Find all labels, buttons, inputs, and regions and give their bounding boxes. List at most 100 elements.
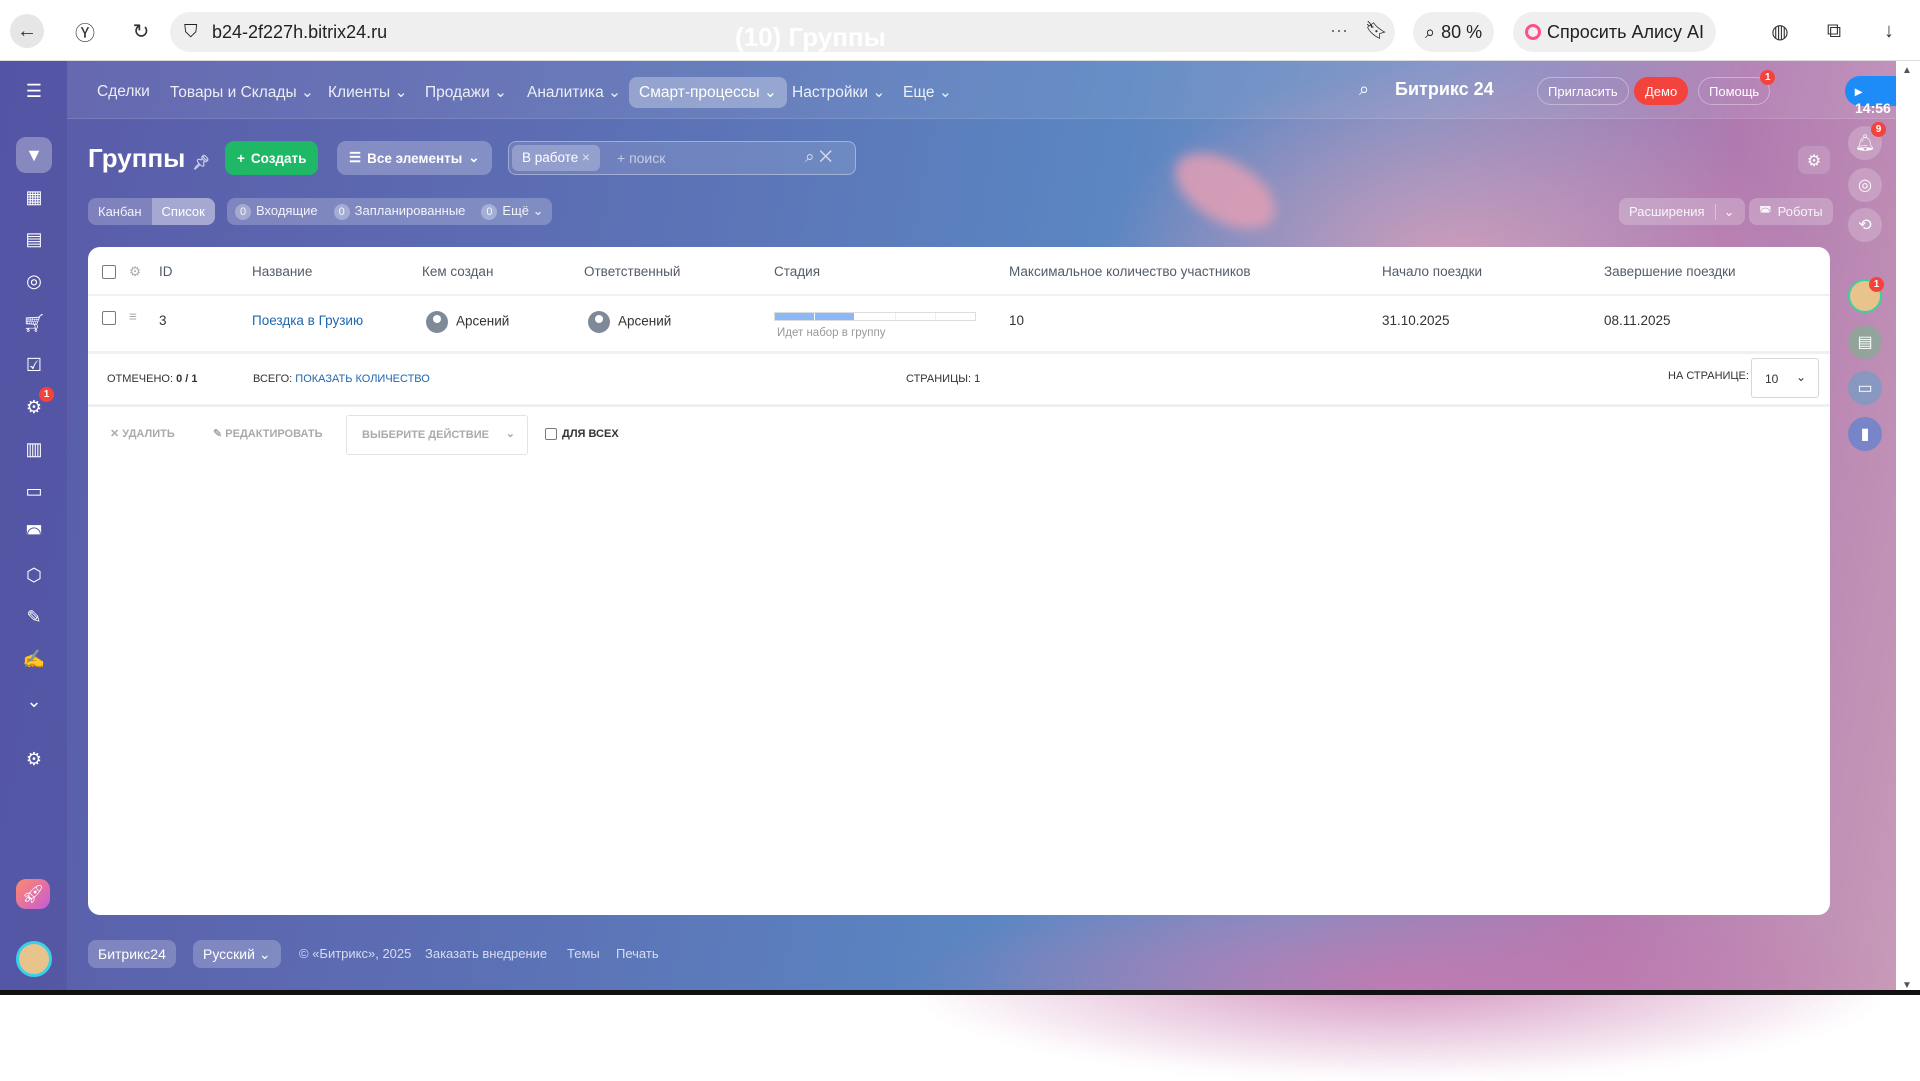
print-link[interactable]: Печать [616,946,659,961]
worktime-button[interactable]: ▸ 14:56 [1845,76,1901,116]
counter-more[interactable]: 0 Ещё ⌄ [481,203,544,220]
copilot-icon[interactable]: ◎ [1848,168,1882,202]
nav-analytics[interactable]: Аналитика ⌄ [517,77,631,108]
extension-icon[interactable]: ◍ [1763,14,1797,48]
calendar-icon[interactable]: ▦ [16,179,52,215]
select-all-checkbox[interactable] [102,265,116,279]
pages: СТРАНИЦЫ: 1 [906,373,980,385]
view-kanban[interactable]: Канбан [88,204,152,219]
chat-avatar[interactable]: 1 [1848,277,1884,313]
news-icon[interactable]: ▤ [1848,325,1882,359]
column-header-name[interactable]: Название [252,264,312,279]
themes-link[interactable]: Темы [567,946,600,961]
target-icon[interactable]: ◎ [16,263,52,299]
nav-clients[interactable]: Клиенты ⌄ [318,77,417,108]
for-all-checkbox[interactable] [545,428,557,440]
more-icon[interactable]: ··· [1330,20,1348,41]
per-page-label: НА СТРАНИЦЕ: [1668,370,1749,382]
column-header-max-participants[interactable]: Максимальное количество участников [1009,264,1251,279]
column-header-created-by[interactable]: Кем создан [422,264,493,279]
scrollbar[interactable]: ▲ ▼ [1896,61,1920,995]
help-button[interactable]: Помощь 1 [1698,70,1776,105]
search-icon[interactable]: ⌕ ✕ [805,147,832,167]
user-avatar[interactable] [16,941,52,977]
tasks-icon[interactable]: ☑ [16,347,52,383]
create-button[interactable]: + Создать [225,141,319,175]
bookmark-icon[interactable]: ▮ [1848,417,1882,451]
stage-progress[interactable] [774,312,976,321]
alice-button[interactable]: Спросить Алису AI [1513,12,1717,52]
reload-button[interactable]: ↻ [124,14,158,48]
settings-icon[interactable]: ⚙ [16,741,52,777]
marked-label: ОТМЕЧЕНО: [107,373,173,385]
crm-funnel-icon[interactable]: ▼ [16,137,52,173]
sync-icon[interactable]: ⟲ [1848,208,1882,242]
document-icon[interactable]: ✎ [16,599,52,635]
nav-deals[interactable]: Сделки [87,77,160,107]
menu-icon[interactable]: ☰ [16,73,52,109]
column-header-stage[interactable]: Стадия [774,264,820,279]
nav-more[interactable]: Еще ⌄ [893,77,962,108]
robot-icon[interactable]: ◚ [16,515,52,551]
show-count-link[interactable]: ПОКАЗАТЬ КОЛИЧЕСТВО [295,373,430,385]
download-icon[interactable]: ↓ [1872,14,1906,48]
automation-icon[interactable]: ⚙ 1 [16,387,54,425]
rocket-icon[interactable]: 🚀︎ [16,879,50,909]
comments-icon[interactable]: ▭ [1848,371,1882,405]
back-button[interactable]: ← [10,14,44,48]
filter-tag[interactable]: В работе × [512,145,600,171]
order-link[interactable]: Заказать внедрение [425,946,547,961]
search-input[interactable]: + поиск [617,150,665,166]
invite-button[interactable]: Пригласить [1537,77,1629,105]
nav-sales[interactable]: Продажи ⌄ [415,77,517,108]
column-header-end[interactable]: Завершение поездки [1604,264,1736,279]
zoom-button[interactable]: ⌕ 80 % [1413,12,1495,52]
pin-icon[interactable]: 📌︎ [193,154,211,170]
filter-search[interactable]: В работе × + поиск ⌕ ✕ [508,141,856,175]
cart-icon[interactable]: 🛒︎ [16,305,52,341]
all-items-dropdown[interactable]: ☰ Все элементы ⌄ [337,141,492,175]
inbox-icon[interactable]: ▤ [16,221,52,257]
chevron-down-icon[interactable]: ⌄ [16,683,52,719]
delete-button[interactable]: ✕ УДАЛИТЬ [110,427,175,440]
remove-tag-icon[interactable]: × [582,150,590,165]
per-page-select[interactable]: 10 ⌄ [1751,358,1819,398]
column-header-id[interactable]: ID [159,264,173,279]
row-responsible[interactable]: Арсений [588,311,671,333]
counter-planned[interactable]: 0 Запланированные [333,203,465,220]
extensions-button[interactable]: Расширения ⌄ [1619,198,1745,225]
collections-icon[interactable]: ⧉ [1817,14,1851,48]
action-select[interactable]: ВЫБЕРИТЕ ДЕЙСТВИЕ ⌄ [346,415,528,455]
column-settings-icon[interactable]: ⚙ [129,264,141,280]
row-checkbox[interactable] [102,311,116,325]
settings-gear-icon[interactable]: ⚙ [1798,146,1830,174]
language-select[interactable]: Русский ⌄ [193,940,281,968]
search-icon[interactable]: ⌕ [1359,79,1369,100]
box-icon[interactable]: ⬡ [16,557,52,593]
row-created-by[interactable]: Арсений [426,311,509,333]
messages-icon[interactable]: ▭ [16,473,52,509]
nav-smart-processes[interactable]: Смарт-процессы ⌄ [629,77,787,108]
bookmark-icon[interactable]: 🔖︎ [1365,20,1388,41]
notifications-icon[interactable]: 🔔︎ 9 [1848,122,1886,160]
nav-products[interactable]: Товары и Склады ⌄ [160,77,324,108]
column-header-start[interactable]: Начало поездки [1382,264,1482,279]
yandex-icon[interactable]: Ⓨ [68,14,102,48]
counter-value: 0 [333,204,350,220]
edit-button[interactable]: ✎ РЕДАКТИРОВАТЬ [213,427,323,440]
demo-button[interactable]: Демо [1634,77,1689,105]
row-name-link[interactable]: Поездка в Грузию [252,313,363,328]
address-bar[interactable]: ⛉ b24-2f227h.bitrix24.ru (10) Группы ···… [170,12,1395,52]
sign-icon[interactable]: ✍ [16,641,52,677]
view-list[interactable]: Список [151,198,215,225]
footer-brand-button[interactable]: Битрикс24 [88,940,176,968]
robots-button[interactable]: ◚ Роботы [1749,198,1833,225]
counter-incoming[interactable]: 0 Входящие [235,203,318,220]
nav-settings[interactable]: Настройки ⌄ [782,77,895,108]
drag-handle-icon[interactable]: ≡ [129,309,137,324]
nav-label: Товары и Склады [170,84,297,101]
column-header-responsible[interactable]: Ответственный [584,264,680,279]
analytics-icon[interactable]: ▥ [16,431,52,467]
chevron-down-icon[interactable]: ⌄ [1714,203,1735,220]
page-number[interactable]: 1 [974,373,980,385]
